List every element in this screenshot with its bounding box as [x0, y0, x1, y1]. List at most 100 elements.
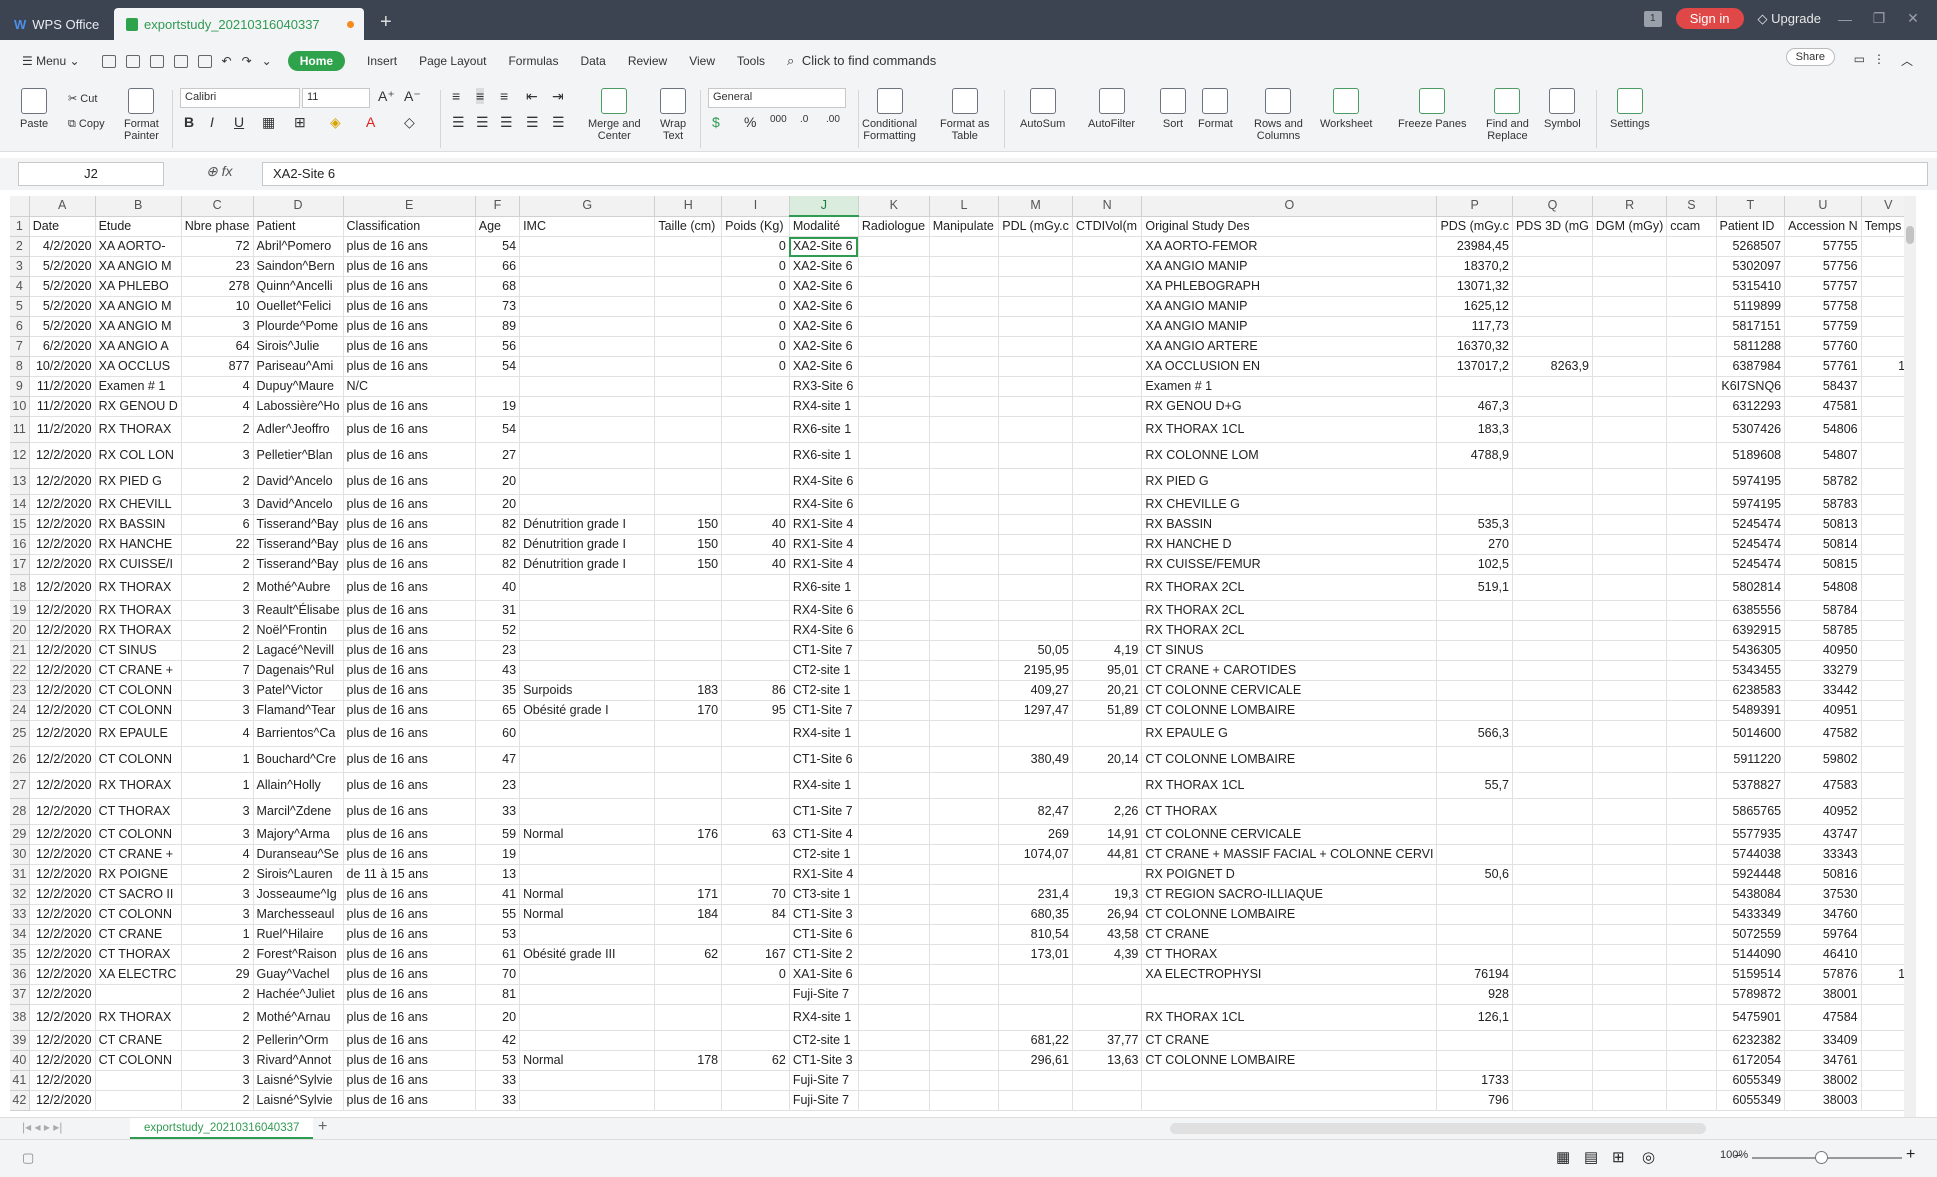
row-header[interactable]: 29 [10, 824, 30, 845]
cell-t35[interactable]: 5144090 [1716, 944, 1786, 965]
cell-h35[interactable]: 62 [654, 944, 723, 965]
font-size-select[interactable]: 11 [302, 88, 370, 108]
cell-o5[interactable]: XA ANGIO MANIP [1141, 296, 1438, 317]
cell-j16[interactable]: RX1-Site 4 [789, 534, 859, 555]
cell-u13[interactable]: 58782 [1784, 468, 1862, 495]
cell-j26[interactable]: CT1-Site 6 [789, 746, 859, 773]
cell-a35[interactable]: 12/2/2020 [29, 944, 96, 965]
zoom-formula-icon[interactable]: ⊕ [206, 163, 218, 179]
cell-e38[interactable]: plus de 16 ans [343, 1004, 476, 1031]
cell-n35[interactable]: 4,39 [1072, 944, 1143, 965]
cell-n33[interactable]: 26,94 [1072, 904, 1143, 925]
cell-s36[interactable] [1666, 964, 1717, 985]
cell-i34[interactable] [721, 924, 790, 945]
cell-n22[interactable]: 95,01 [1072, 660, 1143, 681]
cell-q40[interactable] [1512, 1050, 1593, 1071]
cell-d18[interactable]: Mothé^Aubre [253, 574, 344, 601]
cell-k21[interactable] [858, 640, 930, 661]
cell-j33[interactable]: CT1-Site 3 [789, 904, 859, 925]
cell-e29[interactable]: plus de 16 ans [343, 824, 476, 845]
cell-e42[interactable]: plus de 16 ans [343, 1090, 476, 1111]
cell-o18[interactable]: RX THORAX 2CL [1141, 574, 1438, 601]
cell-c23[interactable]: 3 [181, 680, 254, 701]
cell-e25[interactable]: plus de 16 ans [343, 720, 476, 747]
cell-o30[interactable]: CT CRANE + MASSIF FACIAL + COLONNE CERVI [1141, 844, 1438, 865]
cell-i13[interactable] [721, 468, 790, 495]
cell-r27[interactable] [1592, 772, 1668, 799]
cell-s25[interactable] [1666, 720, 1717, 747]
cell-u32[interactable]: 37530 [1784, 884, 1862, 905]
cell-c39[interactable]: 2 [181, 1030, 254, 1051]
row-header[interactable]: 13 [10, 468, 30, 495]
cell-e40[interactable]: plus de 16 ans [343, 1050, 476, 1071]
font-family-select[interactable]: Calibri [180, 88, 300, 108]
cell-u1[interactable]: Accession N [1784, 216, 1862, 237]
cell-h31[interactable] [654, 864, 723, 885]
align-left-icon[interactable]: ☰ [452, 114, 465, 131]
select-all-corner[interactable] [10, 196, 30, 217]
cell-c7[interactable]: 64 [181, 336, 254, 357]
cell-q34[interactable] [1512, 924, 1593, 945]
cell-t27[interactable]: 5378827 [1716, 772, 1786, 799]
cell-f23[interactable]: 35 [475, 680, 521, 701]
cell-j25[interactable]: RX4-site 1 [789, 720, 859, 747]
cell-t25[interactable]: 5014600 [1716, 720, 1786, 747]
cell-q6[interactable] [1512, 316, 1593, 337]
cell-f9[interactable] [475, 376, 521, 397]
row-header[interactable]: 28 [10, 798, 30, 825]
cell-a30[interactable]: 12/2/2020 [29, 844, 96, 865]
cell-f38[interactable]: 20 [475, 1004, 521, 1031]
cell-d29[interactable]: Majory^Arma [253, 824, 344, 845]
cell-a14[interactable]: 12/2/2020 [29, 494, 96, 515]
cell-g7[interactable] [519, 336, 656, 357]
vertical-scroll-thumb[interactable] [1906, 226, 1914, 244]
cell-e4[interactable]: plus de 16 ans [343, 276, 476, 297]
cell-o11[interactable]: RX THORAX 1CL [1141, 416, 1438, 443]
cell-q21[interactable] [1512, 640, 1593, 661]
cell-a5[interactable]: 5/2/2020 [29, 296, 96, 317]
cell-p20[interactable] [1436, 620, 1513, 641]
cell-i35[interactable]: 167 [721, 944, 790, 965]
cell-c17[interactable]: 2 [181, 554, 254, 575]
cell-s29[interactable] [1666, 824, 1717, 845]
cell-h12[interactable] [654, 442, 723, 469]
cell-u35[interactable]: 46410 [1784, 944, 1862, 965]
cell-s9[interactable] [1666, 376, 1717, 397]
cell-j15[interactable]: RX1-Site 4 [789, 514, 859, 535]
cell-f3[interactable]: 66 [475, 256, 521, 277]
cell-l37[interactable] [929, 984, 1000, 1005]
minimize-icon[interactable]: — [1835, 11, 1855, 27]
cell-o21[interactable]: CT SINUS [1141, 640, 1438, 661]
cell-t16[interactable]: 5245474 [1716, 534, 1786, 555]
clear-icon[interactable]: ◇ [404, 114, 415, 131]
cell-h28[interactable] [654, 798, 723, 825]
cell-c36[interactable]: 29 [181, 964, 254, 985]
cell-t2[interactable]: 5268507 [1716, 236, 1786, 257]
cell-l12[interactable] [929, 442, 1000, 469]
cell-e31[interactable]: de 11 à 15 ans [343, 864, 476, 885]
cell-g24[interactable]: Obésité grade I [519, 700, 656, 721]
cell-l13[interactable] [929, 468, 1000, 495]
cell-n19[interactable] [1072, 600, 1143, 621]
column-header-i[interactable]: I [721, 196, 790, 217]
cell-i9[interactable] [721, 376, 790, 397]
cell-k1[interactable]: Radiologue [858, 216, 930, 237]
cell-f42[interactable]: 33 [475, 1090, 521, 1111]
cell-b1[interactable]: Etude [95, 216, 182, 237]
cell-r25[interactable] [1592, 720, 1668, 747]
cell-s12[interactable] [1666, 442, 1717, 469]
cell-u8[interactable]: 57761 [1784, 356, 1862, 377]
row-header[interactable]: 16 [10, 534, 30, 555]
cell-s5[interactable] [1666, 296, 1717, 317]
cell-k17[interactable] [858, 554, 930, 575]
cell-u7[interactable]: 57760 [1784, 336, 1862, 357]
horizontal-scrollbar[interactable] [1170, 1123, 1706, 1134]
cell-b39[interactable]: CT CRANE [95, 1030, 182, 1051]
indent-decrease-icon[interactable]: ⇤ [526, 88, 538, 105]
cell-g35[interactable]: Obésité grade III [519, 944, 656, 965]
cell-s6[interactable] [1666, 316, 1717, 337]
cell-p35[interactable] [1436, 944, 1513, 965]
row-header[interactable]: 32 [10, 884, 30, 905]
increase-font-icon[interactable]: A⁺ [378, 88, 395, 105]
cell-j11[interactable]: RX6-site 1 [789, 416, 859, 443]
